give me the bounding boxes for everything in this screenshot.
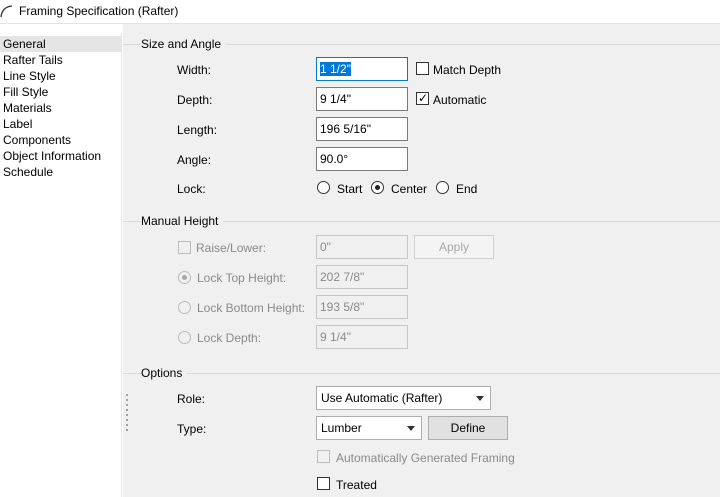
chevron-down-icon xyxy=(476,396,484,401)
treated-label: Treated xyxy=(336,478,377,492)
depth-label: Depth: xyxy=(177,93,213,107)
sidebar-item-schedule[interactable]: Schedule xyxy=(0,164,121,180)
checkmark-icon: ✓ xyxy=(418,91,429,105)
lock-top-height-label: Lock Top Height: xyxy=(197,271,287,285)
radio-selected-dot xyxy=(375,185,380,190)
width-input[interactable]: 1 1/2" xyxy=(316,57,408,81)
sidebar-item-fill-style[interactable]: Fill Style xyxy=(0,84,121,100)
type-value: Lumber xyxy=(321,421,362,435)
raise-lower-label: Raise/Lower: xyxy=(196,241,267,255)
role-value: Use Automatic (Rafter) xyxy=(321,391,443,405)
depth-input[interactable]: 9 1/4" xyxy=(316,87,408,111)
splitter-grip[interactable] xyxy=(126,394,128,432)
length-input[interactable]: 196 5/16" xyxy=(316,117,408,141)
automatic-checkbox[interactable]: ✓ xyxy=(416,91,429,105)
raise-lower-checkbox[interactable] xyxy=(178,241,191,254)
lock-depth-input[interactable]: 9 1/4" xyxy=(316,325,408,349)
width-label: Width: xyxy=(177,63,212,77)
lock-start-radio[interactable] xyxy=(317,181,330,194)
type-label: Type: xyxy=(177,422,207,436)
role-dropdown[interactable]: Use Automatic (Rafter) xyxy=(316,386,491,410)
lock-top-height-radio[interactable] xyxy=(178,271,191,284)
sidebar-item-label[interactable]: Label xyxy=(0,116,121,132)
treated-checkbox[interactable] xyxy=(317,477,330,490)
raise-lower-input[interactable]: 0" xyxy=(316,235,408,259)
match-depth-checkbox[interactable] xyxy=(416,62,429,75)
angle-input[interactable]: 90.0° xyxy=(316,147,408,171)
general-panel: Size and Angle Width: 1 1/2" Match Depth… xyxy=(123,24,720,497)
apply-button[interactable]: Apply xyxy=(414,235,494,259)
length-label: Length: xyxy=(177,123,218,137)
auto-generated-framing-checkbox[interactable] xyxy=(317,450,330,463)
sidebar-item-line-style[interactable]: Line Style xyxy=(0,68,121,84)
lock-depth-radio[interactable] xyxy=(178,331,191,344)
sidebar-item-rafter-tails[interactable]: Rafter Tails xyxy=(0,52,121,68)
lock-bottom-height-input[interactable]: 193 5/8" xyxy=(316,295,408,319)
angle-label: Angle: xyxy=(177,153,212,167)
sidebar-item-general[interactable]: General xyxy=(0,36,121,52)
lock-depth-label: Lock Depth: xyxy=(197,331,262,345)
size-angle-group-label: Size and Angle xyxy=(141,37,227,51)
radio-selected-dot xyxy=(182,275,187,280)
automatic-label: Automatic xyxy=(433,93,487,107)
rafter-icon xyxy=(0,5,13,18)
match-depth-label: Match Depth xyxy=(433,63,502,77)
options-divider xyxy=(123,373,720,374)
lock-top-height-input[interactable]: 202 7/8" xyxy=(316,265,408,289)
lock-center-radio[interactable] xyxy=(371,181,384,194)
options-group-label: Options xyxy=(141,366,188,380)
chevron-down-icon xyxy=(407,426,415,431)
lock-bottom-height-label: Lock Bottom Height: xyxy=(197,301,306,315)
lock-label: Lock: xyxy=(177,182,206,196)
lock-end-radio[interactable] xyxy=(436,181,449,194)
title-bar: Framing Specification (Rafter) xyxy=(0,0,720,24)
lock-end-label: End xyxy=(456,182,478,196)
sidebar-item-materials[interactable]: Materials xyxy=(0,100,121,116)
manual-height-group-label: Manual Height xyxy=(141,214,224,228)
type-dropdown[interactable]: Lumber xyxy=(316,416,422,440)
window-title: Framing Specification (Rafter) xyxy=(19,4,179,18)
role-label: Role: xyxy=(177,392,206,406)
sidebar-item-components[interactable]: Components xyxy=(0,132,121,148)
sidebar-item-object-information[interactable]: Object Information xyxy=(0,148,121,164)
define-button[interactable]: Define xyxy=(428,416,508,440)
category-sidebar: General Rafter Tails Line Style Fill Sty… xyxy=(0,33,122,497)
lock-start-label: Start xyxy=(337,182,363,196)
width-value: 1 1/2" xyxy=(320,62,351,76)
lock-center-label: Center xyxy=(391,182,428,196)
auto-generated-framing-label: Automatically Generated Framing xyxy=(336,451,515,465)
lock-bottom-height-radio[interactable] xyxy=(178,301,191,314)
